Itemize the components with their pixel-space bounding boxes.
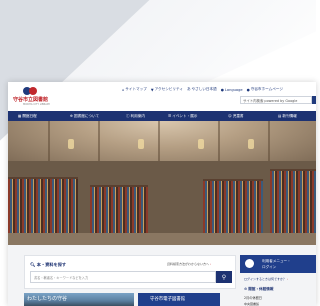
search-icon: 🔍︎	[30, 262, 36, 267]
toplink-language[interactable]: ● Language	[221, 87, 243, 92]
book-search-button[interactable]: ⚲	[216, 271, 232, 283]
book-search-input[interactable]: 書名・著者名・キーワードなどを入力	[30, 271, 216, 283]
accessibility-icon: ▼	[150, 87, 154, 92]
list-icon: ▤	[278, 114, 282, 118]
closed-days-label: 2月の休館日	[244, 296, 262, 300]
logo-mark	[23, 87, 41, 96]
site-search-input[interactable]: サイト内検索 powered by Google	[240, 96, 312, 104]
home-icon: ⌂	[122, 87, 125, 92]
search-icon: ⚲	[221, 273, 227, 281]
hero-floor	[8, 233, 316, 245]
main-library-label: 中央図書館	[244, 302, 260, 306]
nav-item-guide[interactable]: ⓘ 利用案内	[126, 114, 145, 119]
library-name: 守谷市立図書館	[13, 97, 49, 103]
ebook-library-title: 守谷市電子図書館	[150, 297, 186, 302]
user-icon	[245, 259, 254, 268]
clock-icon: ⊙	[244, 287, 248, 291]
site-search-button[interactable]	[312, 96, 316, 104]
hero-image	[8, 121, 316, 245]
content-area: 🔍︎ 本・資料を探す 資料検索方法がわからない方へ › 書名・著者名・キーワード…	[8, 245, 316, 306]
local-history-card[interactable]: わたしたちの守谷	[24, 293, 134, 306]
login-help-link[interactable]: ログインするときは何ですか？ ›	[244, 277, 288, 281]
book-icon: ☺	[228, 114, 232, 118]
book-search-box: 🔍︎ 本・資料を探す 資料検索方法がわからない方へ › 書名・著者名・キーワード…	[24, 255, 236, 289]
bookshelf	[8, 177, 78, 237]
phone-icon: ●	[246, 87, 250, 92]
nav-item-children[interactable]: ☺ 児童書	[228, 114, 244, 119]
local-history-title: わたしたちの守谷	[27, 296, 68, 302]
main-nav: ▦ 開館日程 ⊕ 図書館について ⓘ 利用案内 ☰ イベント・展示 ☺ 児童書 ▤ 新刊情報	[8, 111, 316, 121]
chevron-right-icon: ›	[209, 262, 212, 266]
nav-item-new-books[interactable]: ▤ 新刊情報	[278, 114, 297, 119]
site-logo[interactable]: 守谷市立図書館 MORIYA CITY LIBRARY	[13, 86, 53, 106]
bookshelf	[90, 185, 148, 237]
chevron-right-icon: ›	[286, 277, 289, 281]
event-icon: ☰	[168, 114, 172, 118]
sidebar: 利用者メニュー・ ログイン ログインするときは何ですか？ › ⊙ 開館・休館情報…	[240, 255, 316, 306]
toplink-accessibility[interactable]: ▼ アクセシビリティ	[151, 87, 183, 92]
search-help-link[interactable]: 資料検索方法がわからない方へ ›	[167, 262, 211, 266]
toplink-city-site[interactable]: ● 守谷市ホームページ	[247, 87, 283, 92]
nav-item-about[interactable]: ⊕ 図書館について	[70, 114, 99, 119]
header: 守谷市立図書館 MORIYA CITY LIBRARY ⌂ サイトマップ ▼ アクセ…	[8, 82, 316, 110]
library-icon: ⊕	[70, 114, 74, 118]
utility-links: ⌂ サイトマップ ▼ アクセシビリティ あやさしい日本語 ● Language ● 守谷…	[122, 87, 283, 92]
library-subtitle: MORIYA CITY LIBRARY	[23, 103, 51, 106]
ebook-library-card[interactable]: 守谷市電子図書館	[138, 293, 220, 306]
globe-icon: ●	[220, 87, 224, 92]
bookshelf	[270, 169, 316, 237]
book-search-title: 🔍︎ 本・資料を探す	[30, 262, 67, 267]
toplink-easy-japanese[interactable]: あやさしい日本語	[187, 87, 217, 92]
info-icon: ⓘ	[126, 113, 130, 118]
hours-title: ⊙ 開館・休館情報	[244, 287, 274, 291]
nav-item-calendar[interactable]: ▦ 開館日程	[18, 114, 37, 119]
text-size-icon: あ	[186, 87, 191, 91]
bookshelf	[203, 179, 263, 237]
nav-item-events[interactable]: ☰ イベント・展示	[168, 114, 197, 119]
website-screenshot: 守谷市立図書館 MORIYA CITY LIBRARY ⌂ サイトマップ ▼ アクセ…	[8, 82, 316, 306]
calendar-icon: ▦	[18, 114, 22, 118]
user-menu-login-button[interactable]: 利用者メニュー・ ログイン	[240, 255, 316, 273]
toplink-sitemap[interactable]: ⌂ サイトマップ	[122, 87, 147, 92]
